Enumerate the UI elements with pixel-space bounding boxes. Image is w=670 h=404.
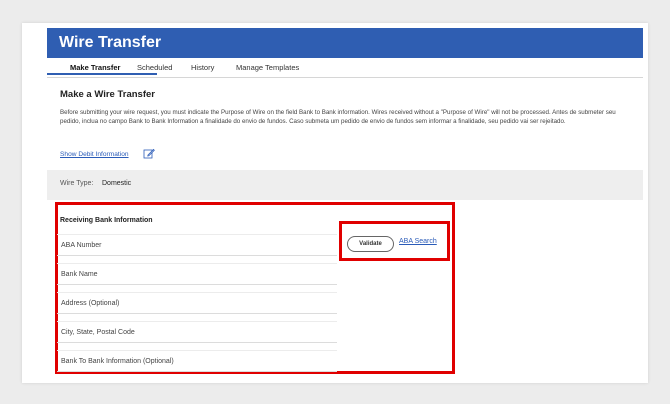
show-debit-information-link[interactable]: Show Debit Information	[60, 151, 129, 158]
bank-to-bank-info-field[interactable]: Bank To Bank Information (Optional)	[57, 350, 337, 372]
tab-scheduled[interactable]: Scheduled	[137, 63, 172, 72]
tab-bar: Make Transfer Scheduled History Manage T…	[47, 58, 643, 78]
wire-type-label: Wire Type:	[60, 180, 94, 187]
aba-number-field[interactable]: ABA Number	[57, 234, 337, 256]
wire-type-row: Wire Type: Domestic	[47, 170, 643, 200]
tab-make-transfer[interactable]: Make Transfer	[70, 63, 120, 72]
receiving-bank-title: Receiving Bank Information	[60, 217, 153, 224]
bank-name-field[interactable]: Bank Name	[57, 263, 337, 285]
wire-transfer-card: Wire Transfer Make Transfer Scheduled Hi…	[22, 23, 648, 383]
address-field[interactable]: Address (Optional)	[57, 292, 337, 314]
edit-icon[interactable]	[143, 148, 155, 160]
page-title: Wire Transfer	[47, 28, 643, 58]
wire-type-value: Domestic	[102, 180, 132, 187]
tab-history[interactable]: History	[191, 63, 214, 72]
aba-search-link[interactable]: ABA Search	[399, 238, 437, 245]
section-title: Make a Wire Transfer	[60, 89, 155, 100]
city-state-postal-field[interactable]: City, State, Postal Code	[57, 321, 337, 343]
purpose-of-wire-notice: Before submitting your wire request, you…	[60, 109, 616, 125]
active-tab-indicator	[47, 73, 157, 75]
tab-manage-templates[interactable]: Manage Templates	[236, 63, 299, 72]
validate-button[interactable]: Validate	[347, 236, 394, 252]
